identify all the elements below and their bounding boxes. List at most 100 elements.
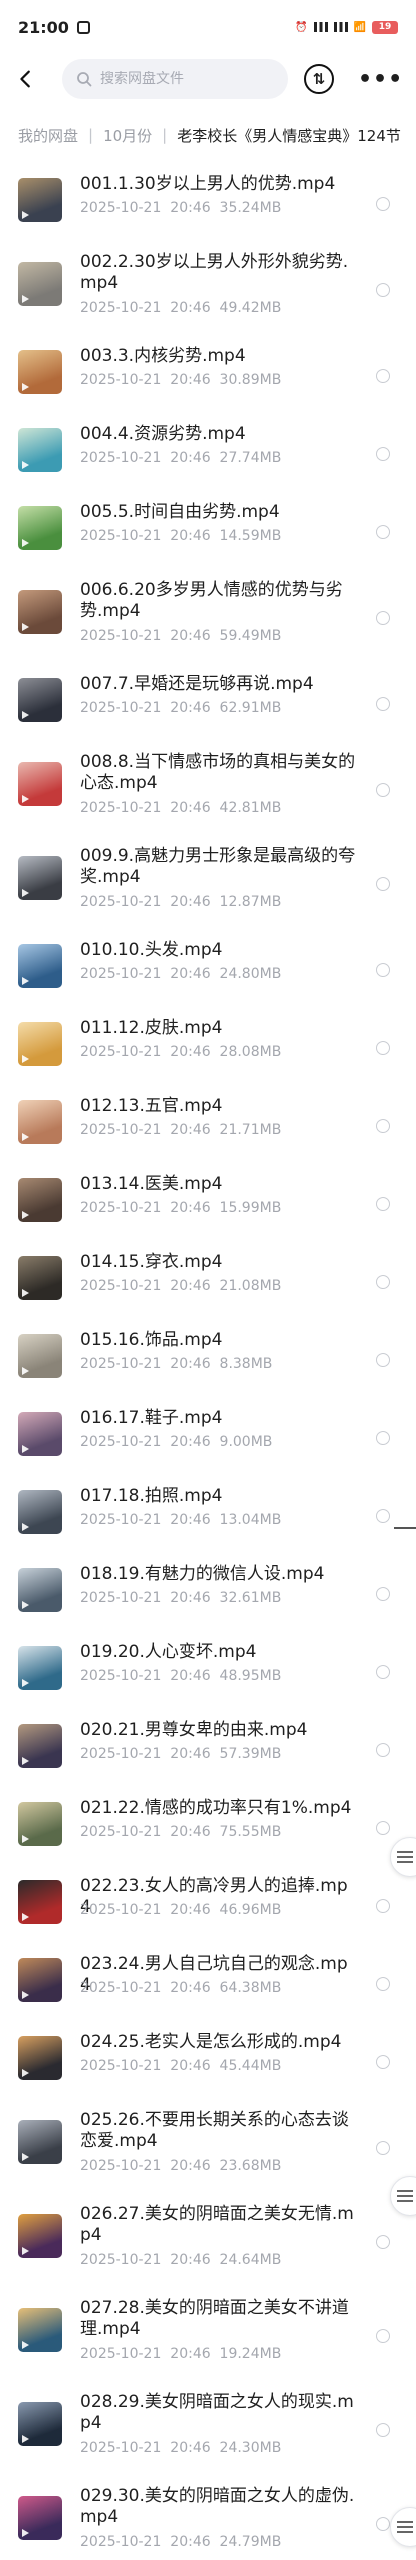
- file-time: 20:46: [170, 966, 211, 982]
- select-radio[interactable]: [376, 2329, 390, 2343]
- select-radio[interactable]: [376, 1509, 390, 1523]
- select-radio[interactable]: [376, 525, 390, 539]
- video-thumbnail: [18, 2496, 62, 2540]
- select-radio[interactable]: [376, 1587, 390, 1601]
- file-date: 2025-10-21: [80, 800, 162, 816]
- select-radio[interactable]: [376, 1665, 390, 1679]
- video-thumbnail: [18, 1958, 62, 2002]
- file-size: 24.64MB: [219, 2252, 282, 2268]
- select-radio[interactable]: [376, 783, 390, 797]
- breadcrumb-root[interactable]: 我的网盘: [18, 125, 78, 146]
- menu-lines-icon: [397, 2521, 413, 2533]
- file-row[interactable]: 021.22.情感的成功率只有1%.mp4 2025-10-21 20:46 75…: [0, 1792, 416, 1870]
- select-radio[interactable]: [376, 1353, 390, 1367]
- select-radio[interactable]: [376, 1197, 390, 1211]
- file-row[interactable]: 024.25.老实人是怎么形成的.mp4 2025-10-21 20:46 45.…: [0, 2026, 416, 2104]
- file-row[interactable]: 026.27.美女的阴暗面之美女无情.mp4 2025-10-21 20:46 2…: [0, 2198, 416, 2292]
- file-row[interactable]: 028.29.美女阴暗面之女人的现实.mp4 2025-10-21 20:46 2…: [0, 2386, 416, 2480]
- select-radio[interactable]: [376, 1977, 390, 1991]
- file-meta: 2025-10-21 20:46 62.91MB: [80, 700, 281, 716]
- select-radio[interactable]: [376, 1119, 390, 1133]
- file-size: 9.00MB: [219, 1434, 273, 1450]
- status-left: 21:00: [18, 18, 90, 37]
- play-icon: [22, 1523, 29, 1531]
- select-radio[interactable]: [376, 369, 390, 383]
- select-radio[interactable]: [376, 197, 390, 211]
- file-row[interactable]: 027.28.美女的阴暗面之美女不讲道理.mp4 2025-10-21 20:46…: [0, 2292, 416, 2386]
- select-radio[interactable]: [376, 877, 390, 891]
- select-radio[interactable]: [376, 1431, 390, 1445]
- file-row[interactable]: 003.3.内核劣势.mp4 2025-10-21 20:46 30.89MB: [0, 340, 416, 418]
- file-meta: 2025-10-21 20:46 30.89MB: [80, 372, 281, 388]
- file-meta: 2025-10-21 20:46 9.00MB: [80, 1434, 272, 1450]
- breadcrumb-month[interactable]: 10月份: [103, 125, 152, 146]
- video-thumbnail: [18, 2308, 62, 2352]
- scroll-indicator[interactable]: [394, 1527, 416, 1529]
- select-radio[interactable]: [376, 2055, 390, 2069]
- file-time: 20:46: [170, 372, 211, 388]
- nav-bar: ⇅ •••: [0, 54, 416, 104]
- alarm-icon: ⏰: [295, 21, 308, 33]
- file-time: 20:46: [170, 1980, 211, 1996]
- file-row[interactable]: 015.16.饰品.mp4 2025-10-21 20:46 8.38MB: [0, 1324, 416, 1402]
- select-radio[interactable]: [376, 1041, 390, 1055]
- file-time: 20:46: [170, 2058, 211, 2074]
- file-row[interactable]: 012.13.五官.mp4 2025-10-21 20:46 21.71MB: [0, 1090, 416, 1168]
- video-thumbnail: [18, 1412, 62, 1456]
- file-row[interactable]: 002.2.30岁以上男人外形外貌劣势.mp4 2025-10-21 20:46 …: [0, 246, 416, 340]
- file-row[interactable]: 001.1.30岁以上男人的优势.mp4 2025-10-21 20:46 35.…: [0, 168, 416, 246]
- select-radio[interactable]: [376, 1743, 390, 1757]
- file-row[interactable]: 019.20.人心变坏.mp4 2025-10-21 20:46 48.95MB: [0, 1636, 416, 1714]
- file-row[interactable]: 008.8.当下情感市场的真相与美女的心态.mp4 2025-10-21 20:4…: [0, 746, 416, 840]
- select-radio[interactable]: [376, 963, 390, 977]
- file-meta: 2025-10-21 20:46 19.24MB: [80, 2346, 281, 2362]
- select-radio[interactable]: [376, 697, 390, 711]
- file-name: 003.3.内核劣势.mp4: [80, 346, 246, 366]
- select-radio[interactable]: [376, 2141, 390, 2155]
- file-date: 2025-10-21: [80, 2252, 162, 2268]
- file-row[interactable]: 018.19.有魅力的微信人设.mp4 2025-10-21 20:46 32.6…: [0, 1558, 416, 1636]
- file-time: 20:46: [170, 1746, 211, 1762]
- select-radio[interactable]: [376, 2235, 390, 2249]
- signal-icon-2: [333, 22, 348, 32]
- select-radio[interactable]: [376, 611, 390, 625]
- file-size: 24.80MB: [219, 966, 282, 982]
- sort-button[interactable]: ⇅: [304, 64, 334, 94]
- file-size: 45.44MB: [219, 2058, 282, 2074]
- file-row[interactable]: 011.12.皮肤.mp4 2025-10-21 20:46 28.08MB: [0, 1012, 416, 1090]
- breadcrumb: 我的网盘 | 10月份 | 老李校长《男人情感宝典》124节: [0, 112, 416, 158]
- more-options-button[interactable]: •••: [358, 67, 403, 92]
- file-row[interactable]: 007.7.早婚还是玩够再说.mp4 2025-10-21 20:46 62.91…: [0, 668, 416, 746]
- file-row[interactable]: 013.14.医美.mp4 2025-10-21 20:46 15.99MB: [0, 1168, 416, 1246]
- search-box[interactable]: [62, 59, 288, 99]
- file-row[interactable]: 023.24.男人自己坑自己的观念.mp4 2025-10-21 20:46 64…: [0, 1948, 416, 2026]
- play-icon: [22, 1679, 29, 1687]
- file-date: 2025-10-21: [80, 2440, 162, 2456]
- search-input[interactable]: [100, 71, 270, 87]
- file-row[interactable]: 005.5.时间自由劣势.mp4 2025-10-21 20:46 14.59MB: [0, 496, 416, 574]
- file-row[interactable]: 009.9.高魅力男士形象是最高级的夸奖.mp4 2025-10-21 20:46…: [0, 840, 416, 934]
- file-row[interactable]: 010.10.头发.mp4 2025-10-21 20:46 24.80MB: [0, 934, 416, 1012]
- select-radio[interactable]: [376, 1821, 390, 1835]
- select-radio[interactable]: [376, 283, 390, 297]
- file-size: 12.87MB: [219, 894, 282, 910]
- file-row[interactable]: 014.15.穿衣.mp4 2025-10-21 20:46 21.08MB: [0, 1246, 416, 1324]
- file-meta: 2025-10-21 20:46 24.64MB: [80, 2252, 281, 2268]
- select-radio[interactable]: [376, 447, 390, 461]
- file-time: 20:46: [170, 1434, 211, 1450]
- select-radio[interactable]: [376, 1899, 390, 1913]
- select-radio[interactable]: [376, 2423, 390, 2437]
- file-row[interactable]: 029.30.美女的阴暗面之女人的虚伪.mp4 2025-10-21 20:46 …: [0, 2480, 416, 2560]
- file-date: 2025-10-21: [80, 1512, 162, 1528]
- file-row[interactable]: 020.21.男尊女卑的由来.mp4 2025-10-21 20:46 57.39…: [0, 1714, 416, 1792]
- select-radio[interactable]: [376, 1275, 390, 1289]
- file-row[interactable]: 016.17.鞋子.mp4 2025-10-21 20:46 9.00MB: [0, 1402, 416, 1480]
- back-button[interactable]: [12, 65, 40, 93]
- file-row[interactable]: 017.18.拍照.mp4 2025-10-21 20:46 13.04MB: [0, 1480, 416, 1558]
- file-size: 13.04MB: [219, 1512, 282, 1528]
- file-row[interactable]: 006.6.20多岁男人情感的优势与劣势.mp4 2025-10-21 20:46…: [0, 574, 416, 668]
- select-radio[interactable]: [376, 2517, 390, 2531]
- file-row[interactable]: 004.4.资源劣势.mp4 2025-10-21 20:46 27.74MB: [0, 418, 416, 496]
- file-row[interactable]: 025.26.不要用长期关系的心态去谈恋爱.mp4 2025-10-21 20:4…: [0, 2104, 416, 2198]
- file-row[interactable]: 022.23.女人的高冷男人的追捧.mp4 2025-10-21 20:46 46…: [0, 1870, 416, 1948]
